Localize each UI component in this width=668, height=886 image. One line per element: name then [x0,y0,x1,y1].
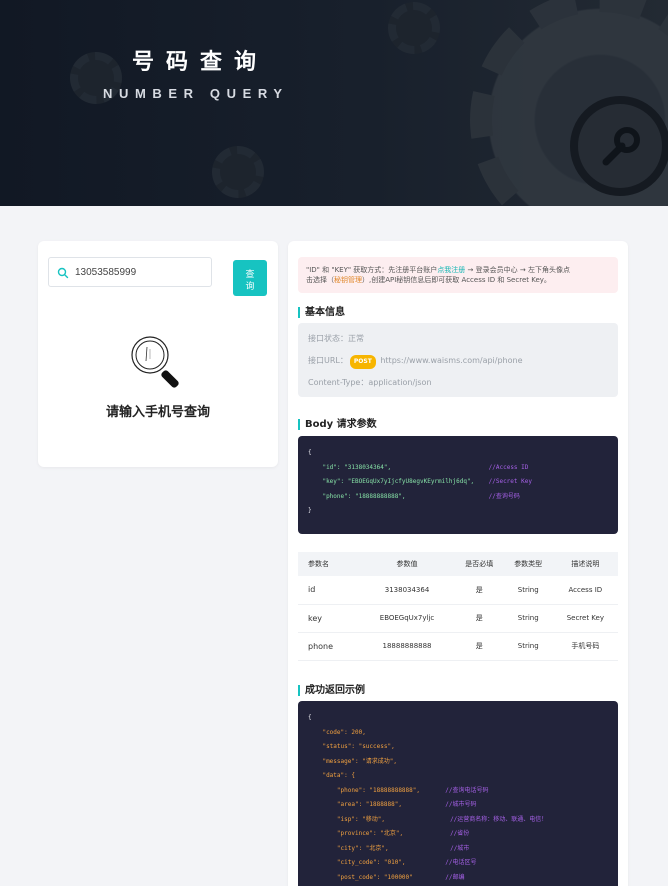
status-label: 接口状态： [308,334,348,343]
table-cell: String [503,632,553,661]
code-comment: //城市 [450,844,470,852]
code-line: "status": "success", [322,743,395,750]
wrench-icon [570,96,668,196]
gear-decoration [212,146,264,198]
table-cell: String [503,576,553,605]
notice-text: → 登录会员中心 → 左下角头像点 [465,266,570,274]
code-line: "data": { [322,772,355,779]
table-header-cell: 参数类型 [503,552,553,576]
code-comment: //查询号码 [488,492,520,500]
table-cell: Secret Key [552,604,618,633]
query-button-label: 查询 [245,269,255,292]
register-link[interactable]: 点我注册 [437,266,465,274]
header-banner: 号码查询 NUMBER QUERY [0,0,668,206]
code-line: "city_code": "010", [336,859,406,866]
content-type-row: Content-Type：application/json [308,377,608,399]
table-header-cell: 是否必填 [454,552,504,576]
status-value: 正常 [348,334,364,343]
code-comment: //查询电话号码 [445,786,489,794]
table-cell: 是 [454,632,504,661]
content-type-value: application/json [368,378,432,387]
code-comment: //电话区号 [445,859,477,866]
code-line: "message": "请求成功", [322,757,398,765]
notice-box: "ID" 和 "KEY" 获取方式：先注册平台账户点我注册 → 登录会员中心 →… [298,257,618,293]
params-table: 参数名 参数值 是否必填 参数类型 描述说明 id 3138034364 是 String Ac… [298,552,618,661]
request-code-block: { "id": "3138034364", //Access ID "key":… [298,436,618,534]
table-header-cell: 描述说明 [552,552,618,576]
table-cell: key [298,604,360,633]
code-line: "city": "北京", [336,844,389,852]
table-row: id 3138034364 是 String Access ID [298,576,618,605]
api-docs-panel: "ID" 和 "KEY" 获取方式：先注册平台账户点我注册 → 登录会员中心 →… [288,241,628,886]
section-title-success-example: 成功返回示例 [298,685,365,696]
code-comment: //Secret Key [488,478,532,485]
api-url: https://www.waisms.com/api/phone [380,356,523,365]
notice-text: 击选择（ [306,276,334,284]
table-cell: id [298,576,360,605]
gear-decoration [388,2,440,54]
table-row: phone 18888888888 是 String 手机号码 [298,632,618,661]
code-comment: //运营商名称：移动、联通、电信！ [450,815,548,823]
search-panel: 查询 请输入手机号查询 [38,241,278,467]
section-title-basic-info: 基本信息 [298,307,345,318]
section-title-body-params: Body 请求参数 [298,419,377,430]
code-line: "key": "EBOEGqUx7yIjcfyU8egvKEyrmilhj6dq… [322,478,475,485]
basic-info-box: 接口状态：正常 接口URL： POST https://www.waisms.co… [298,323,618,397]
code-comment: //省份 [450,830,470,837]
code-brace: } [308,507,312,514]
code-line: "post_code": "100000" [336,873,413,881]
search-field[interactable] [48,257,212,287]
url-label: 接口URL： [308,356,348,365]
table-cell: Access ID [552,576,618,605]
key-management-link[interactable]: 秘钥管理 [334,276,362,284]
code-line: "phone": "18888888888", [322,492,406,500]
code-brace: { [308,449,312,456]
code-line: "province": "北京", [336,830,404,837]
content-type-label: Content-Type： [308,378,369,387]
table-cell: String [503,604,553,633]
table-cell: 是 [454,576,504,605]
table-cell: 是 [454,604,504,633]
code-line: "id": "3138034364", [322,463,392,471]
notice-text: ）,创建API秘钥信息后即可获取 Access ID 和 Secret Key。 [362,276,551,284]
search-icon [57,266,69,279]
table-header-cell: 参数名 [298,552,360,576]
query-button[interactable]: 查询 [233,260,267,296]
table-cell: phone [298,632,360,661]
code-line: "isp": "移动", [336,815,386,823]
table-row: key EBOEGqUx7yljc 是 String Secret Key [298,604,618,633]
table-cell: EBOEGqUx7yljc [359,604,455,633]
page-title: 号码查询 [132,50,269,75]
code-comment: //Access ID [488,463,529,471]
page-subtitle: NUMBER QUERY [103,86,289,101]
magnifier-icon [131,336,179,388]
table-cell: 18888888888 [359,632,455,661]
code-comment: //邮编 [445,873,465,881]
code-line: "phone": "18888888888", [336,786,420,794]
status-row: 接口状态：正常 [308,333,608,355]
table-cell: 3138034364 [359,576,455,605]
code-comment: //城市号码 [445,801,477,808]
code-brace: { [308,714,312,721]
url-row: 接口URL： POST https://www.waisms.com/api/ph… [308,355,608,377]
code-line: "code": 200, [322,728,366,736]
table-header-row: 参数名 参数值 是否必填 参数类型 描述说明 [298,552,618,576]
phone-input[interactable] [75,266,205,278]
response-code-block: { "code": 200, "status": "success", "mes… [298,701,618,886]
method-badge: POST [349,355,376,369]
table-header-cell: 参数值 [359,552,455,576]
code-line: "area": "1888888", [336,801,402,808]
empty-state-text: 请输入手机号查询 [105,405,210,420]
table-cell: 手机号码 [552,632,618,661]
notice-text: "ID" 和 "KEY" 获取方式：先注册平台账户 [306,266,438,274]
